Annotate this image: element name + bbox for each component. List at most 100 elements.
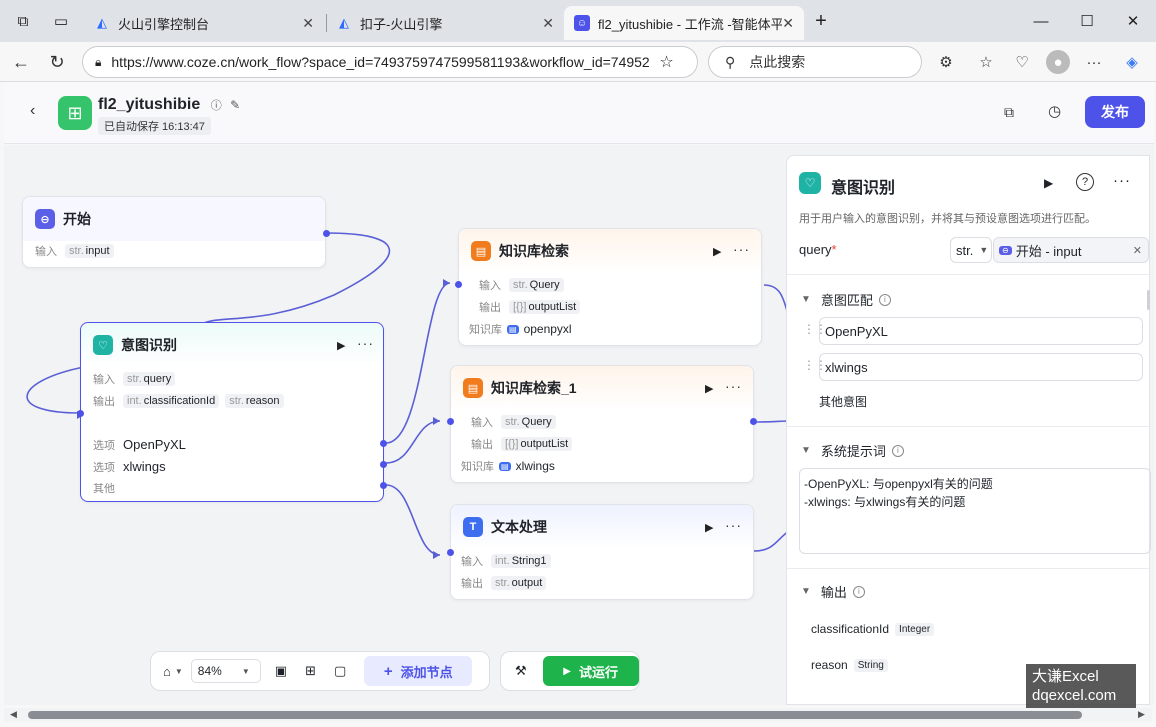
new-tab-icon[interactable]: + [806, 8, 836, 34]
more-icon[interactable]: ··· [1113, 172, 1131, 189]
param-name: outputList [520, 438, 569, 450]
url-field[interactable]: 🔒︎ https://www.coze.cn/work_flow?space_i… [82, 46, 698, 78]
kb-file-icon: ▤ [507, 324, 519, 334]
clear-icon[interactable]: ✕ [1133, 244, 1142, 257]
more-icon[interactable]: ··· [357, 335, 374, 351]
query-reference-field[interactable]: ⊖ 开始 - input ✕ [993, 237, 1149, 263]
layout-icon[interactable]: ⊞ [305, 663, 316, 679]
intent-option-field[interactable]: xlwings [819, 353, 1143, 381]
intent-section-header[interactable]: ▼ 意图匹配 i [801, 290, 891, 309]
param-name: reason [245, 395, 280, 407]
copy-icon[interactable]: ⧉ [1004, 104, 1014, 121]
close-tab-icon[interactable]: ✕ [302, 15, 314, 32]
tab-volcengine-console[interactable]: ◭ 火山引擎控制台 ✕ [84, 6, 324, 40]
param-name: classificationId [143, 395, 216, 407]
intent-option-field[interactable]: OpenPyXL [819, 317, 1143, 345]
more-icon[interactable]: ··· [725, 517, 742, 533]
edit-icon[interactable]: ✎ [230, 98, 240, 112]
run-node-icon[interactable]: ▶ [705, 521, 713, 534]
publish-button[interactable]: 发布 [1085, 96, 1145, 128]
system-prompt-textarea[interactable]: -OpenPyXL: 与openpyxl有关的问题 -xlwings: 与xlw… [799, 468, 1151, 554]
run-node-icon[interactable]: ▶ [713, 245, 721, 258]
node-intent[interactable]: ♡ 意图识别 ▶ ··· 输入 str. query 输出 int. classif… [77, 322, 387, 502]
minimap-icon[interactable]: ▢ [334, 663, 346, 679]
divider [787, 274, 1151, 275]
option-label: 选项 [93, 440, 115, 452]
help-icon[interactable]: ? [1076, 173, 1094, 191]
knowledge-icon: ▤ [471, 241, 491, 261]
scroll-thumb[interactable] [28, 711, 1082, 719]
output-port[interactable] [750, 418, 757, 425]
info-icon[interactable]: i [878, 293, 891, 306]
maximize-icon[interactable]: ☐ [1072, 8, 1102, 34]
plus-icon: + [383, 662, 393, 680]
debug-wrench-icon[interactable]: ⚒ [515, 663, 527, 679]
input-port[interactable] [447, 549, 454, 556]
zoom-select[interactable]: 84% ▼ [190, 659, 261, 683]
extensions-icon[interactable]: ⚙ [934, 50, 958, 74]
horizontal-scrollbar[interactable]: ◀ ▶ [4, 708, 1152, 722]
run-node-icon[interactable]: ▶ [705, 382, 713, 395]
browser-essentials-icon[interactable]: ♡ [1010, 50, 1034, 74]
workflow-header: ‹ ⊞ fl2_yitushibie ⓘ ✎ 已自动保存 16:13:47 ⧉ … [4, 82, 1154, 144]
more-icon[interactable]: ··· [733, 241, 750, 257]
node-kb-search[interactable]: ▤ 知识库检索 ▶ ··· 输入 str. Query 输出 [{}] output… [455, 228, 762, 346]
canvas-toolbar: ⌂ ▼ 84% ▼ ▣ ⊞ ▢ + 添加节点 [150, 651, 490, 691]
mouse-mode-icon[interactable]: ⌂ [163, 664, 171, 679]
close-tab-icon[interactable]: ✕ [542, 15, 554, 32]
tab-actions-icon[interactable]: ▭ [46, 8, 76, 34]
output-port[interactable] [380, 461, 387, 468]
input-port[interactable] [455, 281, 462, 288]
workspaces-icon[interactable]: ⧉ [8, 8, 38, 34]
play-icon: ▶ [563, 665, 571, 677]
input-port[interactable] [447, 418, 454, 425]
param-name: input [85, 245, 110, 257]
favorite-star-icon[interactable]: ☆ [659, 52, 673, 72]
test-run-button[interactable]: ▶ 试运行 [542, 656, 639, 686]
option-row: 其他 [93, 480, 115, 496]
input-port[interactable] [77, 410, 84, 417]
more-icon[interactable]: ··· [1082, 50, 1106, 74]
output-item: classificationId Integer [811, 622, 940, 636]
info-icon[interactable]: i [852, 585, 865, 598]
info-icon[interactable]: ⓘ [211, 100, 222, 112]
node-kb-row: 知识库 ▤ openpyxl [469, 321, 572, 337]
history-icon[interactable]: ◷ [1048, 102, 1061, 120]
add-node-button[interactable]: + 添加节点 [364, 656, 473, 686]
back-icon[interactable]: ← [8, 49, 34, 75]
scroll-right-icon[interactable]: ▶ [1138, 709, 1145, 720]
node-text-processing[interactable]: T 文本处理 ▶ ··· 输入 int. String1 输出 str. outpu… [447, 504, 754, 600]
output-port[interactable] [380, 482, 387, 489]
query-type-select[interactable]: str. ▼ [950, 237, 992, 263]
node-kb-search-1[interactable]: ▤ 知识库检索_1 ▶ ··· 输入 str. Query 输出 [{}] outp… [447, 365, 757, 483]
intent-icon: ♡ [93, 335, 113, 355]
minimize-icon[interactable]: — [1026, 8, 1056, 34]
copilot-icon[interactable]: ◈ [1120, 50, 1144, 74]
node-start[interactable]: ⊖ 开始 输入 str. input [22, 196, 330, 268]
tab-coze-volcengine[interactable]: ◭ 扣子-火山引擎 ✕ [326, 6, 564, 40]
profile-avatar[interactable]: ● [1046, 50, 1070, 74]
run-node-icon[interactable]: ▶ [337, 339, 345, 352]
autosave-status: 已自动保存 16:13:47 [98, 117, 211, 135]
close-tab-icon[interactable]: ✕ [782, 15, 794, 32]
tab-workflow[interactable]: ☺ fl2_yitushibie - 工作流 -智能体平台 ✕ [564, 6, 804, 40]
system-prompt-section-header[interactable]: ▼ 系统提示词 i [801, 441, 904, 460]
favorites-icon[interactable]: ☆ [974, 50, 998, 74]
info-icon[interactable]: i [891, 444, 904, 457]
panel-scrollbar[interactable] [1147, 290, 1150, 310]
back-arrow-icon[interactable]: ‹ [30, 102, 35, 120]
output-port[interactable] [380, 440, 387, 447]
browser-search-field[interactable]: ⚲ 点此搜索 [708, 46, 922, 78]
field-label: 输入 [93, 374, 115, 386]
output-port[interactable] [323, 230, 330, 237]
refresh-icon[interactable]: ↻ [44, 49, 70, 75]
edge-text-out [753, 529, 791, 552]
comment-icon[interactable]: ▣ [275, 663, 287, 679]
run-node-icon[interactable]: ▶ [1044, 176, 1053, 190]
scroll-left-icon[interactable]: ◀ [10, 709, 17, 720]
close-window-icon[interactable]: ✕ [1118, 8, 1148, 34]
node-output-row: 输出 str. output [461, 575, 552, 591]
chevron-down-icon[interactable]: ▼ [175, 667, 183, 676]
more-icon[interactable]: ··· [725, 378, 742, 394]
output-section-header[interactable]: ▼ 输出 i [801, 582, 865, 601]
